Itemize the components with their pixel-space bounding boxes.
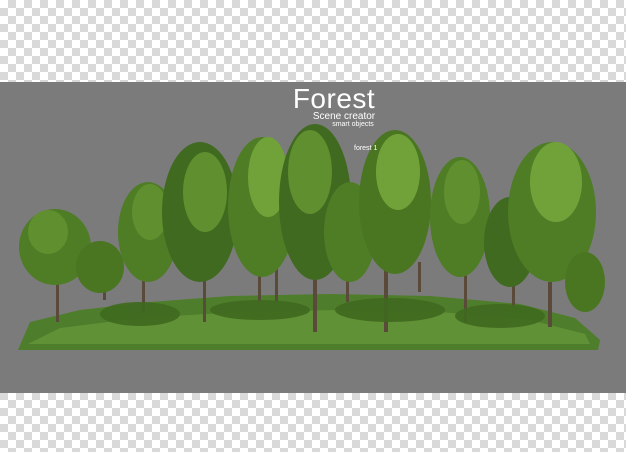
- tree-canopy: [530, 142, 582, 222]
- preview-panel: Forest Scene creator smart objects fores…: [0, 82, 626, 393]
- tree-canopy: [76, 241, 124, 293]
- tree-canopy: [28, 210, 68, 254]
- tree-canopy: [565, 252, 605, 312]
- tree-canopy: [183, 152, 227, 232]
- tree-canopies: [19, 124, 605, 312]
- tree-canopy: [376, 134, 420, 210]
- scene-label: forest 1: [354, 145, 378, 152]
- tree-canopy: [444, 160, 480, 224]
- page-tagline: smart objects: [332, 121, 374, 128]
- tree-canopy: [288, 130, 332, 214]
